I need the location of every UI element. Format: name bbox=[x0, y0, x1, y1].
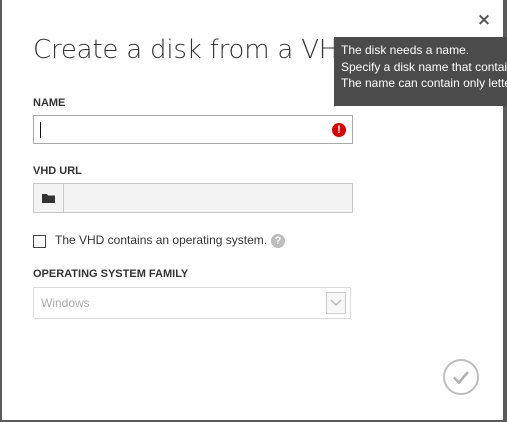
os-family-label: OPERATING SYSTEM FAMILY bbox=[33, 268, 189, 280]
text-caret bbox=[40, 122, 41, 138]
confirm-button[interactable] bbox=[443, 359, 479, 395]
checkmark-icon bbox=[453, 371, 469, 385]
exclamation-icon: ! bbox=[332, 123, 346, 137]
tooltip-line: Specify a disk name that contai bbox=[341, 60, 507, 74]
name-label: NAME bbox=[33, 97, 66, 109]
dialog-title: Create a disk from a VHD bbox=[33, 35, 358, 65]
folder-icon bbox=[42, 194, 55, 203]
chevron-down-icon[interactable] bbox=[326, 292, 346, 314]
tooltip-line: The name can contain only lette bbox=[341, 76, 507, 90]
os-family-selected-value: Windows bbox=[41, 296, 90, 310]
question-mark-icon[interactable]: ? bbox=[271, 234, 285, 248]
os-checkbox[interactable] bbox=[33, 235, 46, 248]
close-button[interactable]: × bbox=[475, 9, 493, 31]
vhd-url-label: VHD URL bbox=[33, 165, 82, 177]
os-family-select[interactable]: Windows bbox=[33, 287, 351, 319]
tooltip-line: The disk needs a name. bbox=[341, 43, 470, 57]
vhd-url-row bbox=[33, 183, 353, 213]
validation-tooltip: The disk needs a name. Specify a disk na… bbox=[334, 37, 507, 106]
browse-button[interactable] bbox=[34, 184, 64, 212]
os-checkbox-label[interactable]: The VHD contains an operating system. bbox=[55, 233, 267, 247]
vhd-url-input[interactable] bbox=[64, 184, 352, 212]
name-input[interactable]: ! bbox=[33, 115, 353, 144]
